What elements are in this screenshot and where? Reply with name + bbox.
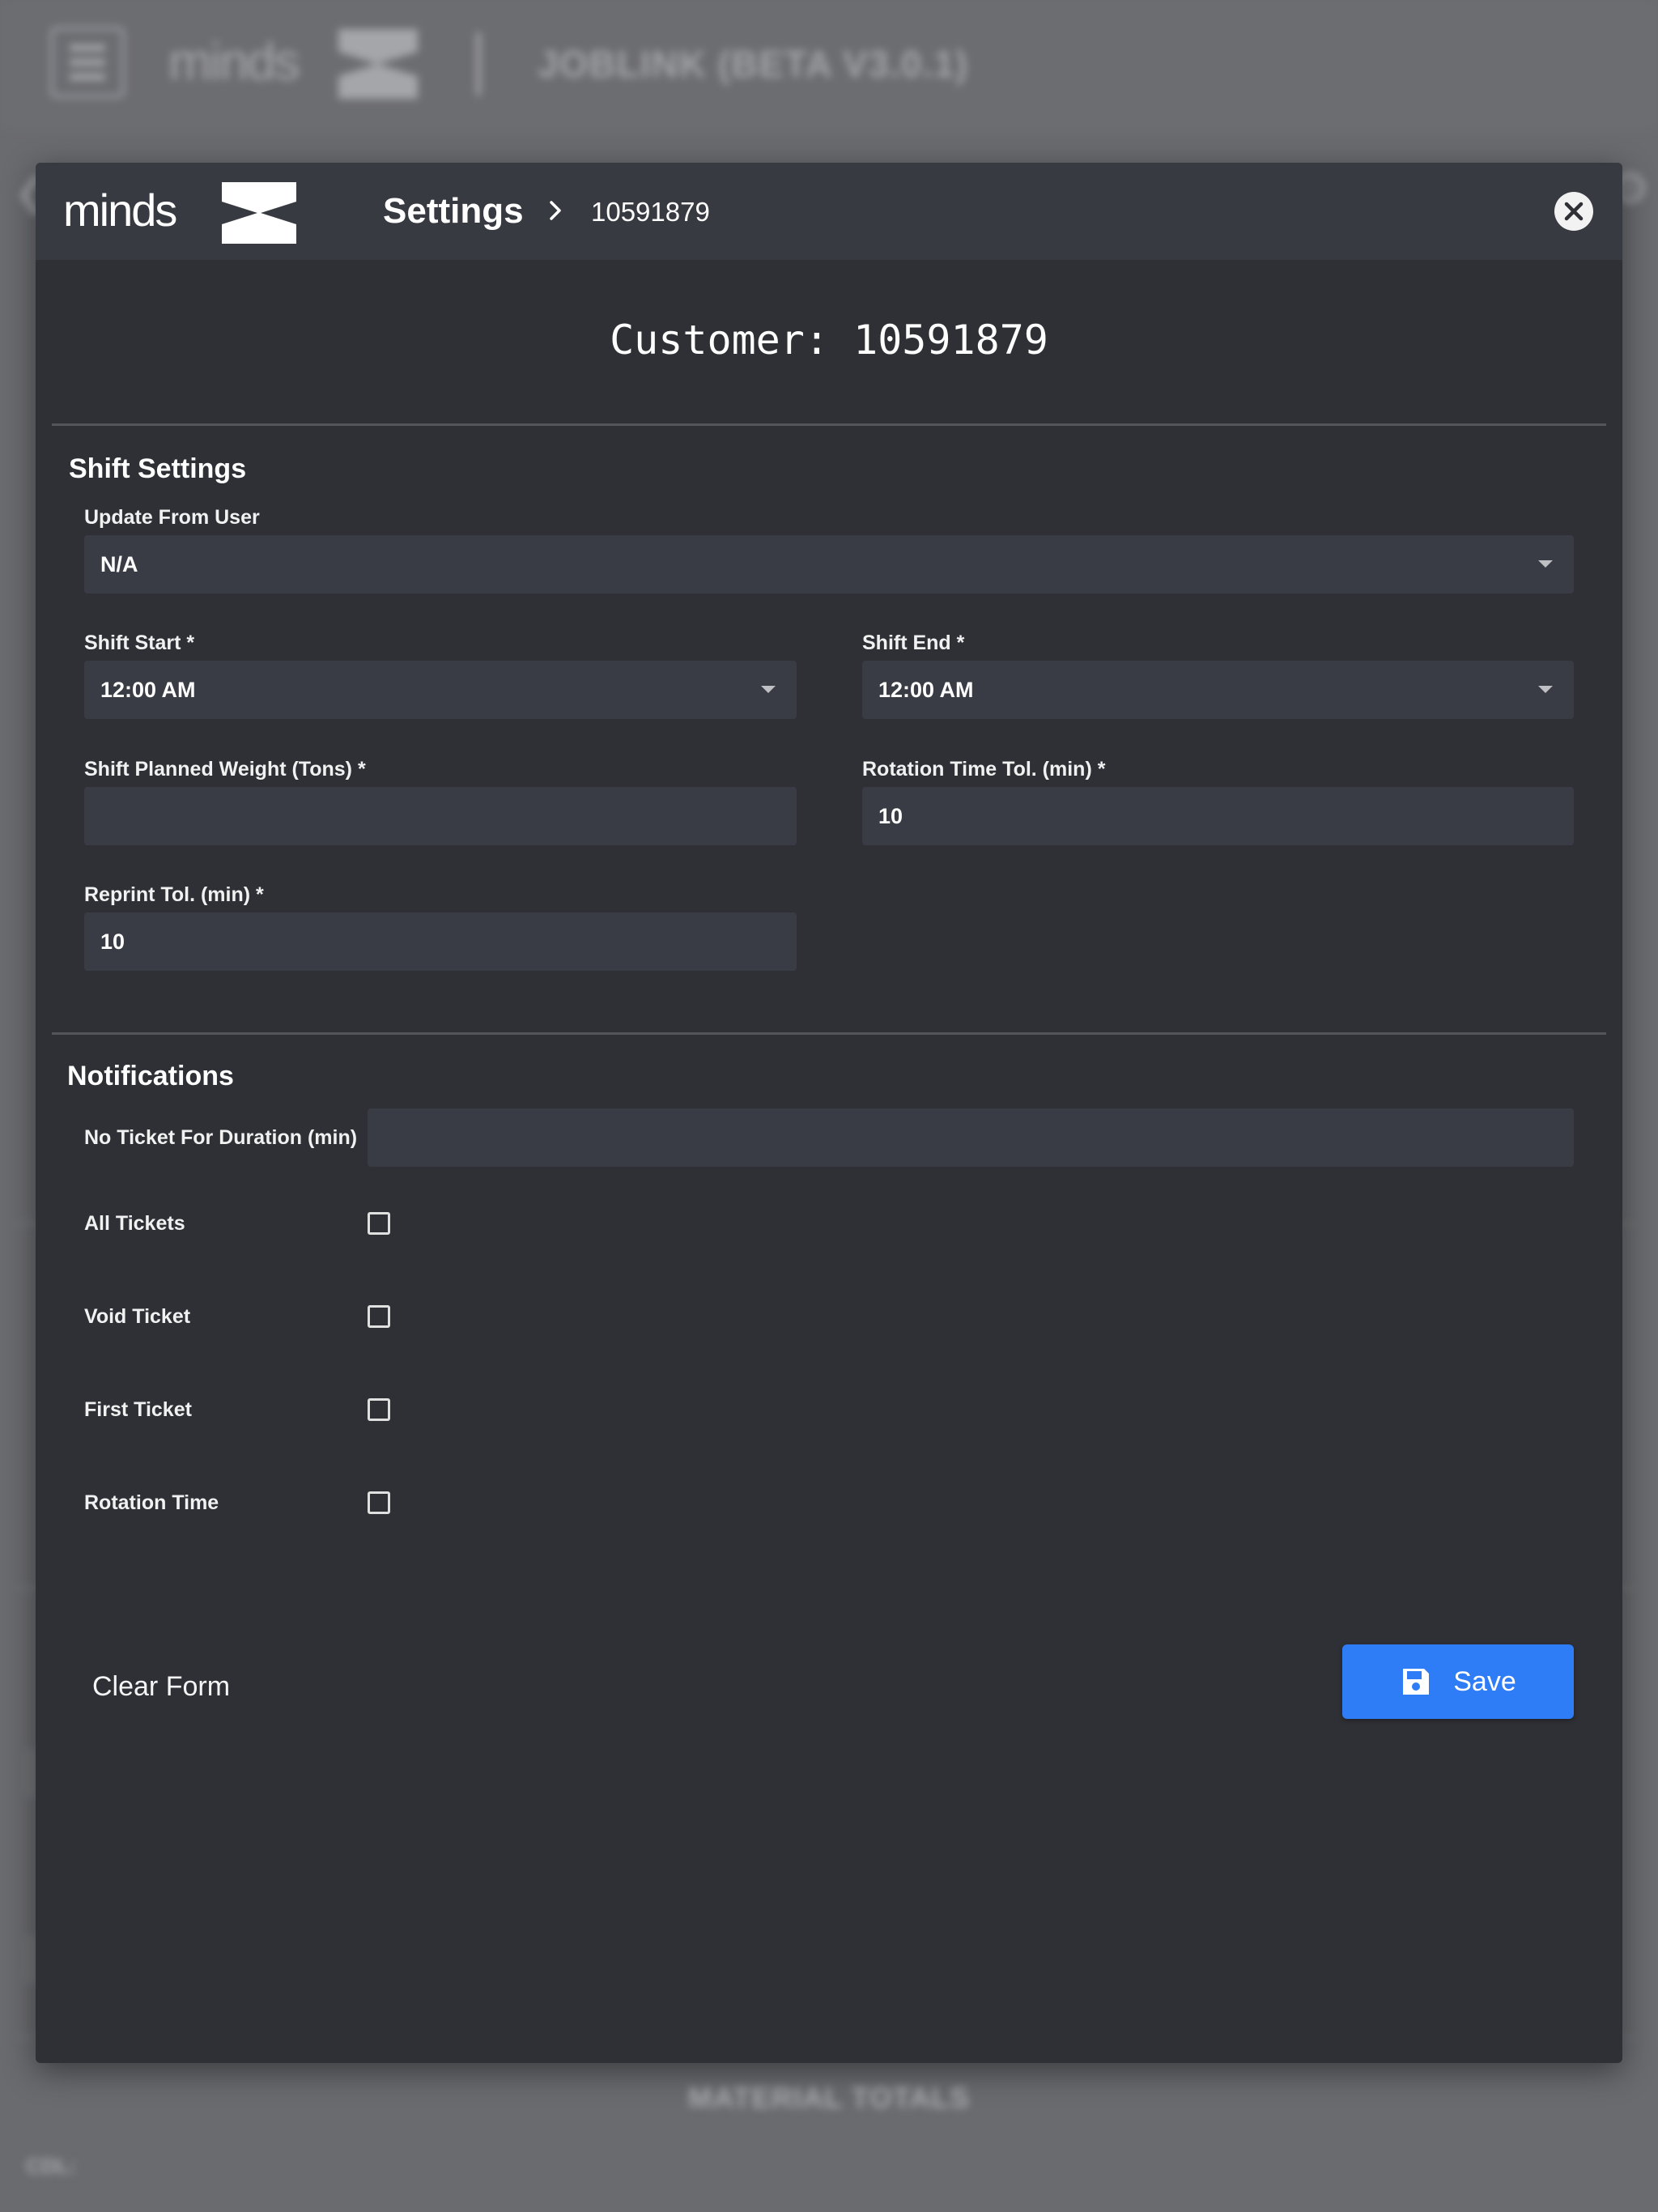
shift-planned-weight-label: Shift Planned Weight (Tons) * (84, 758, 366, 781)
material-totals-heading: MATERIAL TOTALS (687, 2081, 971, 2114)
minds-logo: minds (168, 29, 418, 99)
save-disk-icon (1403, 1669, 1430, 1695)
no-ticket-duration-label: No Ticket For Duration (min) (84, 1126, 358, 1149)
void-ticket-checkbox[interactable] (368, 1305, 390, 1328)
clear-form-button[interactable]: Clear Form (92, 1665, 230, 1708)
update-from-user-select[interactable]: N/A (84, 535, 1574, 593)
svg-text:minds: minds (168, 32, 299, 91)
first-ticket-label: First Ticket (84, 1398, 192, 1421)
modal-header: minds Settings 10591879 (36, 163, 1622, 260)
customer-heading: Customer: 10591879 (610, 317, 1048, 364)
rotation-time-tol-value: 10 (878, 803, 903, 828)
app-header: minds JOBLINK (BETA V3.0.1) (0, 0, 1658, 130)
notifications-title: Notifications (67, 1061, 234, 1091)
section-divider (52, 423, 1606, 426)
all-tickets-label: All Tickets (84, 1212, 185, 1235)
save-button-label: Save (1453, 1665, 1516, 1697)
shift-start-select[interactable]: 12:00 AM (84, 661, 797, 719)
reprint-tol-label: Reprint Tol. (min) * (84, 883, 264, 906)
void-ticket-label: Void Ticket (84, 1305, 191, 1328)
shift-settings-title: Shift Settings (69, 453, 247, 484)
rotation-time-tol-input[interactable]: 10 (862, 787, 1574, 845)
app-title: JOBLINK (BETA V3.0.1) (538, 43, 969, 85)
shift-end-value: 12:00 AM (878, 677, 974, 702)
minds-logo: minds (63, 182, 296, 244)
shift-start-label: Shift Start * (84, 632, 195, 654)
save-button[interactable]: Save (1342, 1644, 1574, 1719)
close-button[interactable] (1554, 192, 1593, 231)
update-from-user-value: N/A (100, 551, 138, 576)
modal-title: Settings (383, 191, 524, 231)
shift-planned-weight-input[interactable] (84, 787, 797, 845)
shift-end-select[interactable]: 12:00 AM (862, 661, 1574, 719)
reprint-tol-input[interactable]: 10 (84, 912, 797, 971)
dropdown-caret-icon (761, 686, 776, 693)
cdl-label: CDL: (26, 2154, 77, 2178)
rotation-time-tol-label: Rotation Time Tol. (min) * (862, 758, 1106, 781)
dropdown-caret-icon (1538, 686, 1553, 693)
section-divider (52, 1032, 1606, 1035)
chevron-right-icon (550, 201, 561, 220)
dropdown-caret-icon (1538, 560, 1553, 568)
rotation-time-label: Rotation Time (84, 1491, 219, 1514)
header-separator (476, 32, 481, 96)
no-ticket-duration-input[interactable] (368, 1108, 1574, 1167)
close-icon (1564, 202, 1584, 221)
reprint-tol-value: 10 (100, 929, 125, 954)
menu-icon (50, 27, 125, 98)
settings-modal: minds Settings 10591879 Customer: 105918… (36, 163, 1622, 2063)
shift-start-value: 12:00 AM (100, 677, 196, 702)
first-ticket-checkbox[interactable] (368, 1398, 390, 1421)
breadcrumb-customer-id: 10591879 (591, 197, 710, 227)
rotation-time-checkbox[interactable] (368, 1491, 390, 1514)
update-from-user-label: Update From User (84, 506, 260, 529)
all-tickets-checkbox[interactable] (368, 1212, 390, 1235)
svg-text:minds: minds (63, 185, 176, 236)
shift-end-label: Shift End * (862, 632, 965, 654)
